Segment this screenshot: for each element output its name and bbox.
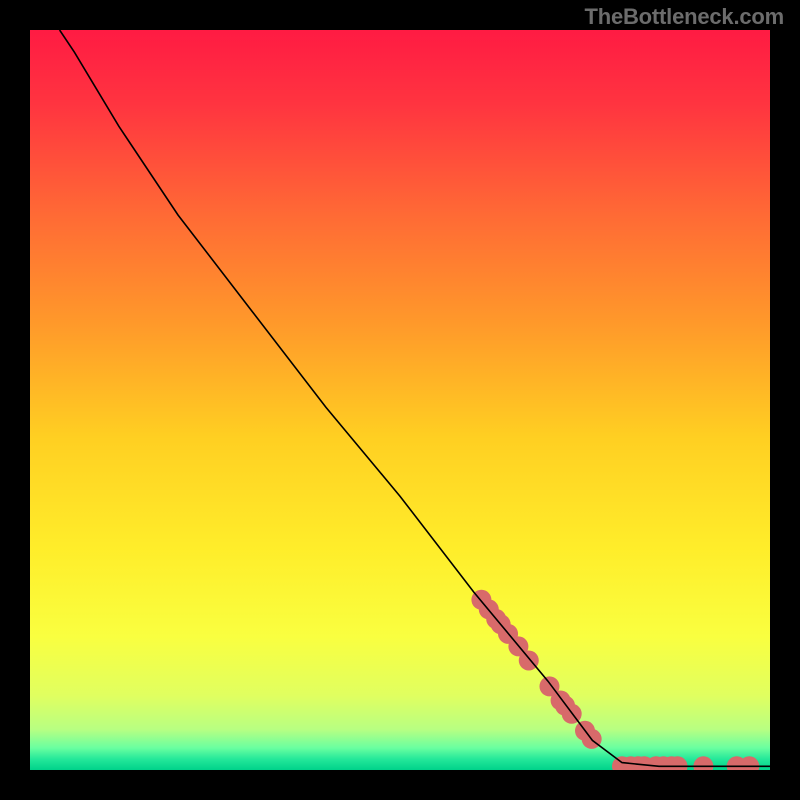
- plot-area: [30, 30, 770, 770]
- chart-svg: [30, 30, 770, 770]
- gradient-rect: [30, 30, 770, 770]
- watermark-text: TheBottleneck.com: [584, 4, 784, 30]
- chart-frame: TheBottleneck.com: [0, 0, 800, 800]
